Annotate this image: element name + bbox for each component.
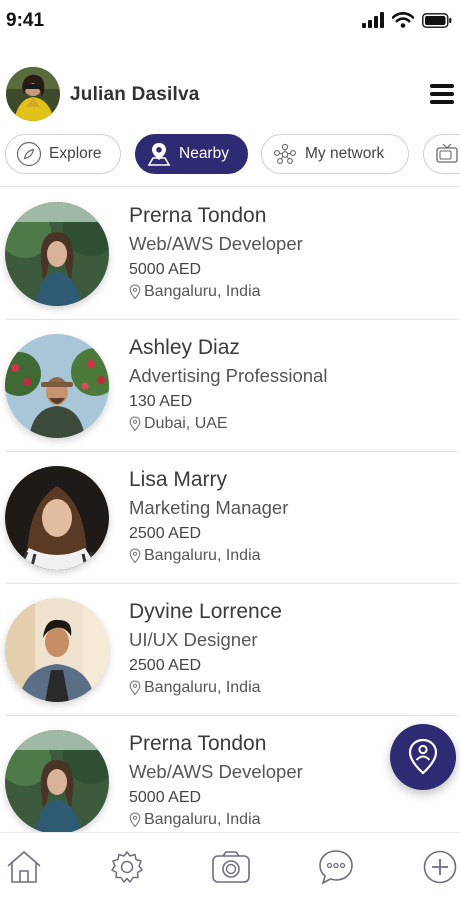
location-pin-icon [129, 416, 141, 432]
person-price: 5000 AED [129, 789, 202, 806]
location-pin-icon [129, 680, 141, 696]
tab-my-network-label: My network [305, 145, 385, 162]
person-name: Prerna Tondon [129, 732, 267, 755]
person-role: Web/AWS Developer [129, 233, 303, 254]
person-location: Dubai, UAE [129, 415, 228, 433]
bottom-navigation [0, 832, 460, 900]
location-fab-button[interactable] [390, 724, 456, 790]
person-photo [5, 598, 109, 702]
person-role: UI/UX Designer [129, 629, 258, 650]
location-pin-icon [129, 812, 141, 828]
wifi-icon [392, 12, 414, 28]
tv-icon [434, 141, 460, 167]
person-location-text: Bangaluru, India [144, 811, 261, 828]
hamburger-menu-icon[interactable] [430, 84, 454, 104]
tab-explore[interactable]: Explore [5, 134, 121, 174]
person-location-text: Dubai, UAE [144, 415, 228, 432]
battery-icon [422, 12, 452, 28]
person-name: Prerna Tondon [129, 204, 267, 227]
person-price: 2500 AED [129, 657, 202, 674]
person-role: Web/AWS Developer [129, 761, 303, 782]
tab-my-network[interactable]: My network [261, 134, 409, 174]
status-icons [362, 12, 452, 28]
location-pin-icon [129, 284, 141, 300]
person-location-text: Bangaluru, India [144, 547, 261, 564]
person-card[interactable]: Ashley Diaz Advertising Professional 130… [0, 320, 460, 452]
person-photo [5, 334, 109, 438]
person-location: Bangaluru, India [129, 547, 261, 565]
settings-icon [111, 851, 143, 883]
person-location-text: Bangaluru, India [144, 679, 261, 696]
person-location-text: Bangaluru, India [144, 283, 261, 300]
nav-settings-button[interactable] [107, 847, 147, 887]
tab-explore-label: Explore [49, 145, 102, 162]
person-card[interactable]: Prerna Tondon Web/AWS Developer 5000 AED… [0, 716, 460, 832]
home-icon [7, 851, 41, 883]
person-role: Advertising Professional [129, 365, 328, 386]
app-header: Julian Dasilva [0, 66, 460, 124]
nav-camera-button[interactable] [211, 847, 251, 887]
person-name: Ashley Diaz [129, 336, 240, 359]
chat-icon [319, 850, 353, 885]
person-card[interactable]: Dyvine Lorrence UI/UX Designer 2500 AED … [0, 584, 460, 716]
map-pin-icon [146, 141, 172, 167]
person-name: Dyvine Lorrence [129, 600, 282, 623]
person-role: Marketing Manager [129, 497, 289, 518]
person-price: 2500 AED [129, 525, 202, 542]
people-list: Prerna Tondon Web/AWS Developer 5000 AED… [0, 188, 460, 832]
tab-nearby[interactable]: Nearby [135, 134, 248, 174]
person-location: Bangaluru, India [129, 679, 261, 697]
status-time: 9:41 [6, 10, 45, 31]
location-person-icon [408, 738, 438, 775]
person-photo [5, 202, 109, 306]
person-location: Bangaluru, India [129, 811, 261, 829]
tabs-divider [0, 186, 460, 187]
person-location: Bangaluru, India [129, 283, 261, 301]
person-card[interactable]: Prerna Tondon Web/AWS Developer 5000 AED… [0, 188, 460, 320]
add-icon [423, 850, 457, 884]
person-card[interactable]: Lisa Marry Marketing Manager 2500 AED Ba… [0, 452, 460, 584]
user-avatar[interactable] [6, 67, 60, 121]
nav-home-button[interactable] [4, 847, 44, 887]
status-bar: 9:41 [0, 0, 460, 44]
signal-icon [362, 12, 384, 28]
network-icon [272, 141, 298, 167]
person-price: 5000 AED [129, 261, 202, 278]
location-pin-icon [129, 548, 141, 564]
filter-tabs: Explore Nearby My network [0, 134, 460, 178]
tab-nearby-label: Nearby [179, 145, 229, 162]
user-name: Julian Dasilva [70, 84, 200, 105]
tab-tv[interactable] [423, 134, 460, 174]
person-photo [5, 730, 109, 832]
person-photo [5, 466, 109, 570]
person-price: 130 AED [129, 393, 193, 410]
nav-add-button[interactable] [420, 847, 460, 887]
nav-chat-button[interactable] [316, 847, 356, 887]
camera-icon [212, 851, 250, 883]
compass-icon [16, 141, 42, 167]
person-name: Lisa Marry [129, 468, 228, 491]
